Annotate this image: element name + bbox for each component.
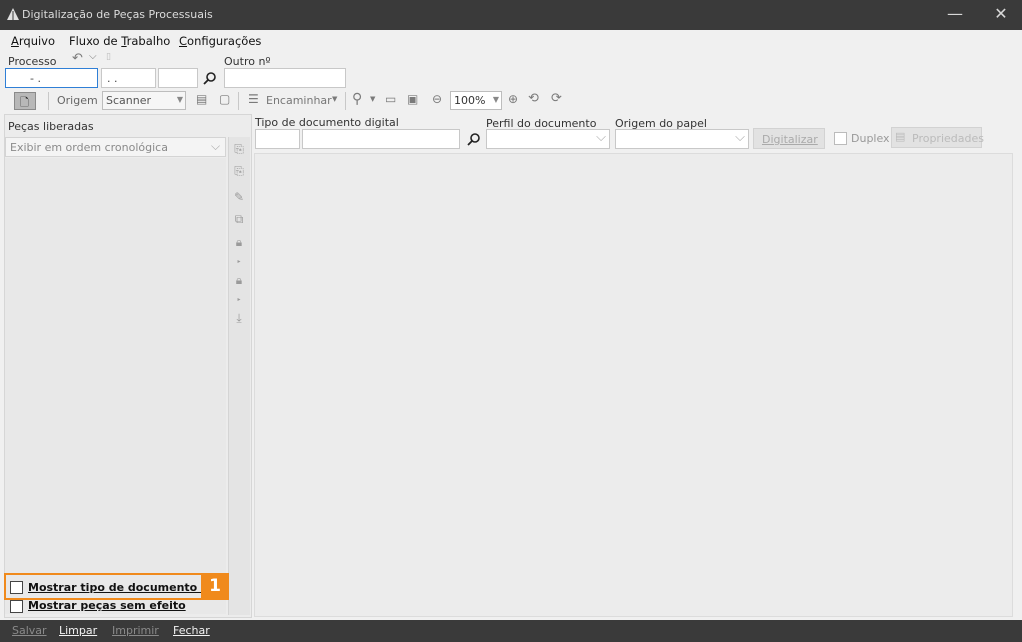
menu-configuracoes[interactable]: Configurações [179,34,261,48]
rotate-right-icon[interactable]: ⟳ [551,91,562,106]
tipo-documento-input[interactable] [302,129,460,149]
new-document-button[interactable]: 🗋 [14,92,36,110]
processo-input-3[interactable] [158,68,198,88]
origem-label: Origem [57,94,98,107]
chevron-down-icon[interactable]: ▼ [370,95,375,103]
page-icon[interactable]: ▢ [219,92,230,106]
encaminhar-button[interactable]: Encaminhar [266,94,332,107]
bottom-bar: Salvar Limpar Imprimir Fechar [0,620,1022,642]
search-icon[interactable] [467,132,481,146]
salvar-button[interactable]: Salvar [12,624,47,637]
fit-page-icon[interactable]: ▣ [407,92,418,106]
sign-document-icon[interactable]: ✎ [231,189,247,205]
lock-icon[interactable]: 🔒︎ [231,272,247,288]
chevron-down-icon: ▸ [237,296,241,303]
undo-icon[interactable]: ↶ [72,51,83,66]
duplex-label: Duplex [851,132,890,145]
callout-highlight [4,573,229,600]
copy-icon[interactable]: ▤ [196,92,207,106]
title-bar: Digitalização de Peças Processuais — ✕ [0,0,1022,30]
chevron-down-icon[interactable]: ▼ [332,95,337,103]
zoom-in-icon[interactable]: ⊕ [508,92,518,106]
close-button[interactable]: ✕ [978,0,1022,30]
limpar-button[interactable]: Limpar [59,624,97,637]
history-icon[interactable]: ▯ [106,52,111,62]
pecas-list[interactable] [5,158,226,614]
origem-select[interactable]: Scanner ▼ [102,91,186,110]
chevron-down-icon: ⌵ [596,130,606,145]
toolbar-separator [48,92,49,110]
toolbar-separator [345,92,346,110]
imprimir-button[interactable]: Imprimir [112,624,159,637]
search-icon[interactable] [203,71,217,85]
outro-label: Outro nº [224,55,271,68]
processo-input-1[interactable]: - . [5,68,98,88]
properties-icon: ▤ [895,130,906,143]
left-tool-strip [228,137,250,615]
tipo-documento-code-input[interactable] [255,129,300,149]
pecas-liberadas-title: Peças liberadas [8,120,94,133]
fit-width-icon[interactable]: ▭ [385,92,396,106]
menu-arquivo[interactable]: Arquivo [11,34,55,48]
show-sem-efeito-checkbox[interactable] [10,600,23,613]
list-icon[interactable]: ☰ [248,92,259,106]
find-icon[interactable]: ⚲ [352,91,362,107]
order-select[interactable]: Exibir em ordem cronológica ⌵ [5,137,226,157]
menu-fluxo-de-trabalho[interactable]: Fluxo de Trabalho [69,34,170,48]
show-sem-efeito-label: Mostrar peças sem efeito [28,599,186,612]
perfil-documento-select[interactable]: ⌵ [486,129,610,149]
chevron-down-icon: ⌵ [735,130,745,145]
zoom-out-icon[interactable]: ⊖ [432,92,442,106]
chevron-down-icon: ⌵ [211,139,221,153]
download-icon[interactable]: ⤓ [231,310,247,326]
processo-label: Processo [8,55,57,68]
callout-number: 1 [201,573,229,600]
chevron-down-icon: ▼ [492,95,499,104]
minimize-button[interactable]: — [932,0,978,30]
processo-input-2[interactable]: . . [101,68,156,88]
fechar-button[interactable]: Fechar [173,624,210,637]
chevron-down-icon: ▸ [237,258,241,265]
lock-icon[interactable]: 🔒︎ [231,234,247,250]
app-logo-icon [7,8,19,20]
tipo-documento-label: Tipo de documento digital [255,116,399,129]
document-icon: 🗋 [20,96,29,109]
zoom-select[interactable]: 100% ▼ [450,91,502,110]
window-title: Digitalização de Peças Processuais [22,8,213,21]
document-viewer[interactable] [254,153,1013,617]
origem-papel-select[interactable]: ⌵ [615,129,749,149]
view-document-icon[interactable]: ⎘ [231,141,247,157]
propriedades-button[interactable]: ▤ Propriedades [891,127,984,148]
rotate-left-icon[interactable]: ⟲ [528,91,539,106]
chevron-down-icon[interactable]: ⌵ [89,51,97,62]
duplex-checkbox[interactable] [834,132,847,145]
chevron-down-icon: ▼ [176,95,183,104]
outro-numero-input[interactable] [224,68,346,88]
toolbar-separator [238,92,239,110]
digitalizar-button[interactable]: Digitalizar [753,128,825,149]
copy-document-icon[interactable]: ⧉ [231,211,247,227]
remove-document-icon[interactable]: ⎘ [231,163,247,179]
